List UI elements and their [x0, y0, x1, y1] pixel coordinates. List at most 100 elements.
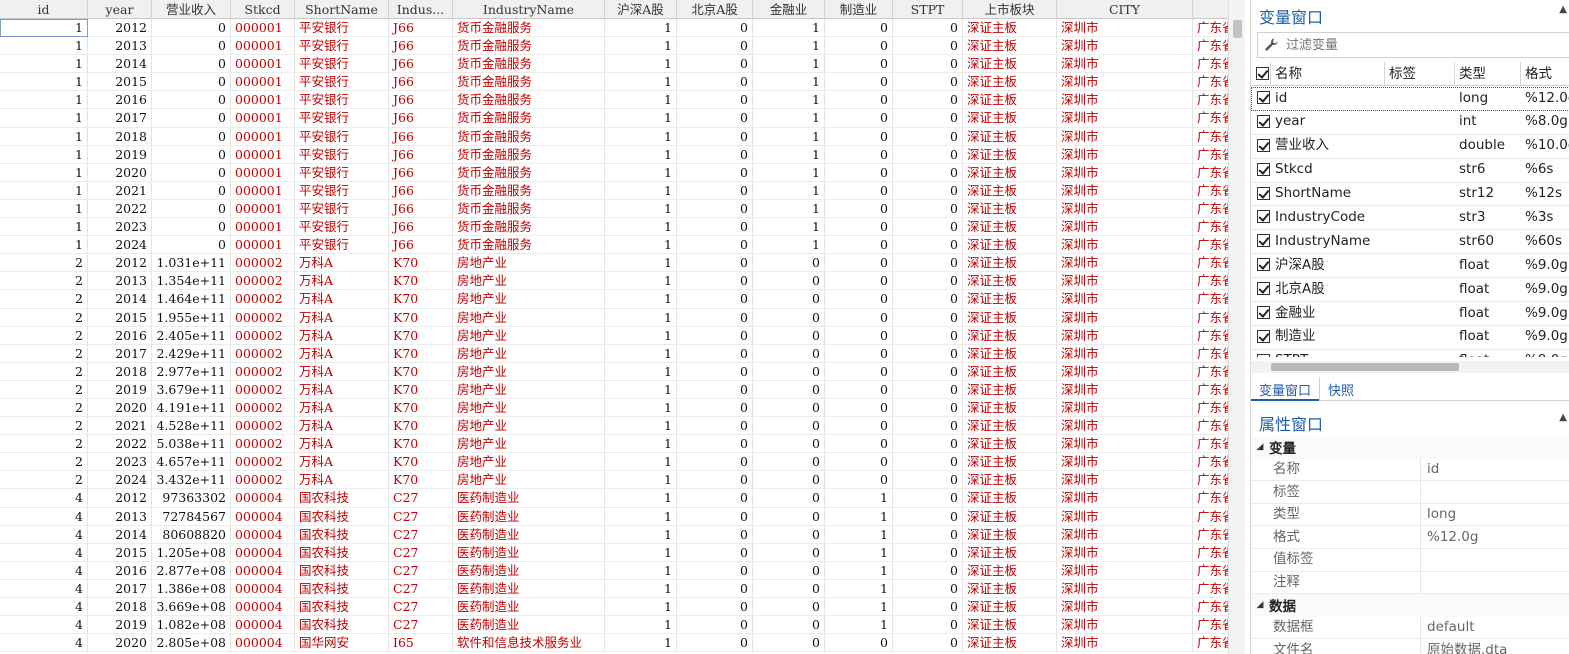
table-cell[interactable]: 0 [893, 236, 963, 255]
variable-checkbox[interactable] [1251, 349, 1271, 357]
table-cell[interactable]: 广东省 [1193, 55, 1228, 74]
table-cell[interactable]: 0 [677, 543, 753, 562]
table-cell[interactable]: J66 [389, 181, 453, 200]
variable-row[interactable]: 北京A股 float %9.0g [1251, 278, 1569, 303]
table-cell[interactable]: 0 [753, 598, 825, 617]
property-value[interactable] [1421, 548, 1427, 571]
table-cell[interactable]: 万科A [295, 308, 389, 327]
table-cell[interactable]: 0 [893, 616, 963, 635]
table-cell[interactable]: 0 [893, 127, 963, 146]
table-cell[interactable]: 0 [753, 398, 825, 418]
table-cell[interactable]: 0 [825, 73, 893, 92]
table-cell[interactable]: 1 [0, 91, 88, 110]
variable-checkbox[interactable] [1251, 206, 1271, 230]
table-cell[interactable]: 000004 [231, 579, 295, 598]
table-cell[interactable]: 1 [753, 91, 825, 110]
property-row[interactable]: 格式 %12.0g [1251, 525, 1569, 549]
table-cell[interactable]: 1 [753, 55, 825, 74]
table-cell[interactable]: 2023 [88, 218, 152, 237]
table-cell[interactable]: 深证主板 [963, 435, 1057, 454]
table-cell[interactable]: 4.657e+11 [152, 453, 231, 472]
table-cell[interactable]: 平安银行 [295, 109, 389, 128]
table-cell[interactable]: 深证主板 [963, 163, 1057, 182]
table-cell[interactable]: 4 [0, 507, 88, 526]
table-cell[interactable]: 1 [605, 163, 677, 182]
table-cell[interactable]: 2 [0, 471, 88, 490]
table-cell[interactable]: 广东省 [1193, 381, 1228, 399]
table-cell[interactable]: 1 [605, 218, 677, 237]
table-cell[interactable]: 0 [825, 380, 893, 399]
column-header[interactable]: CITY [1057, 0, 1193, 19]
table-cell[interactable]: 广东省 [1193, 182, 1228, 200]
table-cell[interactable]: 1 [605, 109, 677, 128]
table-cell[interactable]: 3.669e+08 [152, 598, 231, 617]
table-row[interactable]: 120120000001平安银行J66货币金融服务10100深证主板深圳市广东省 [0, 19, 1228, 38]
variable-row[interactable]: Stkcd str6 %6s [1251, 159, 1569, 183]
table-cell[interactable]: 深圳市 [1057, 308, 1193, 327]
table-cell[interactable]: 1 [0, 145, 88, 164]
table-cell[interactable]: 0 [893, 489, 963, 508]
column-header[interactable]: 上市板块 [963, 0, 1057, 19]
table-cell[interactable]: J66 [389, 199, 453, 219]
table-cell[interactable]: 000002 [231, 326, 295, 345]
table-cell[interactable]: 2024 [88, 236, 152, 255]
table-cell[interactable]: 平安银行 [295, 163, 389, 182]
table-cell[interactable]: 深证主板 [963, 471, 1057, 490]
table-cell[interactable]: 广东省 [1193, 218, 1228, 237]
column-header[interactable]: year [88, 0, 152, 19]
table-cell[interactable]: 房地产业 [453, 417, 605, 436]
table-cell[interactable]: 0 [825, 471, 893, 490]
table-cell[interactable]: 深圳市 [1057, 290, 1193, 309]
variable-row[interactable]: ShortName str12 %12s [1251, 183, 1569, 207]
table-cell[interactable]: C27 [389, 616, 453, 635]
table-cell[interactable]: 房地产业 [453, 272, 605, 291]
table-cell[interactable]: 广东省 [1193, 616, 1228, 635]
table-cell[interactable]: 深圳市 [1057, 362, 1193, 381]
table-cell[interactable]: 0 [825, 19, 893, 38]
table-cell[interactable]: 房地产业 [453, 435, 605, 454]
table-cell[interactable]: 平安银行 [295, 236, 389, 255]
table-cell[interactable]: 000001 [231, 181, 295, 200]
table-cell[interactable]: 2 [0, 308, 88, 327]
table-cell[interactable]: 0 [677, 598, 753, 617]
table-cell[interactable]: 广东省 [1193, 471, 1228, 490]
table-cell[interactable]: 2012 [88, 489, 152, 508]
table-cell[interactable]: 0 [753, 362, 825, 381]
table-cell[interactable]: 0 [753, 543, 825, 562]
table-cell[interactable]: 000001 [231, 19, 295, 38]
table-cell[interactable]: J66 [389, 163, 453, 182]
variable-checkbox[interactable] [1251, 325, 1271, 349]
table-cell[interactable]: 深证主板 [963, 37, 1057, 56]
header-format[interactable]: 格式 [1521, 62, 1569, 86]
table-cell[interactable]: 0 [893, 145, 963, 164]
table-cell[interactable]: 0 [152, 218, 231, 237]
table-cell[interactable]: 深证主板 [963, 344, 1057, 363]
table-cell[interactable]: 房地产业 [453, 290, 605, 309]
table-cell[interactable]: 广东省 [1193, 508, 1228, 526]
table-cell[interactable]: 2016 [88, 561, 152, 580]
table-cell[interactable]: 房地产业 [453, 471, 605, 490]
table-cell[interactable]: 1 [605, 236, 677, 255]
table-cell[interactable]: 广东省 [1193, 417, 1228, 436]
table-cell[interactable]: 4 [0, 579, 88, 598]
table-cell[interactable]: 1 [753, 73, 825, 92]
property-value[interactable]: %12.0g [1421, 526, 1478, 549]
table-cell[interactable]: 0 [893, 181, 963, 200]
table-row[interactable]: 120220000001平安银行J66货币金融服务10100深证主板深圳市广东省 [0, 199, 1228, 219]
table-cell[interactable]: 广东省 [1193, 526, 1228, 544]
table-cell[interactable]: 0 [677, 489, 753, 508]
table-cell[interactable]: 货币金融服务 [453, 145, 605, 164]
table-cell[interactable]: 0 [152, 236, 231, 255]
table-cell[interactable]: 广东省 [1193, 272, 1228, 291]
table-cell[interactable]: 万科A [295, 344, 389, 363]
table-cell[interactable]: 000002 [231, 471, 295, 490]
table-cell[interactable]: 0 [893, 19, 963, 38]
table-cell[interactable]: 广东省 [1193, 73, 1228, 92]
table-cell[interactable]: 0 [152, 55, 231, 74]
table-cell[interactable]: 1 [605, 181, 677, 200]
table-cell[interactable]: 0 [677, 55, 753, 74]
table-row[interactable]: 4 2019 1.082e+08 000004 国农科技 C27 医药制造业 1 0 0 1 0 深证主… [0, 616, 1228, 635]
variable-list-horizontal-scrollbar[interactable] [1251, 361, 1569, 373]
table-cell[interactable]: 1 [753, 181, 825, 200]
table-cell[interactable]: 0 [893, 73, 963, 92]
